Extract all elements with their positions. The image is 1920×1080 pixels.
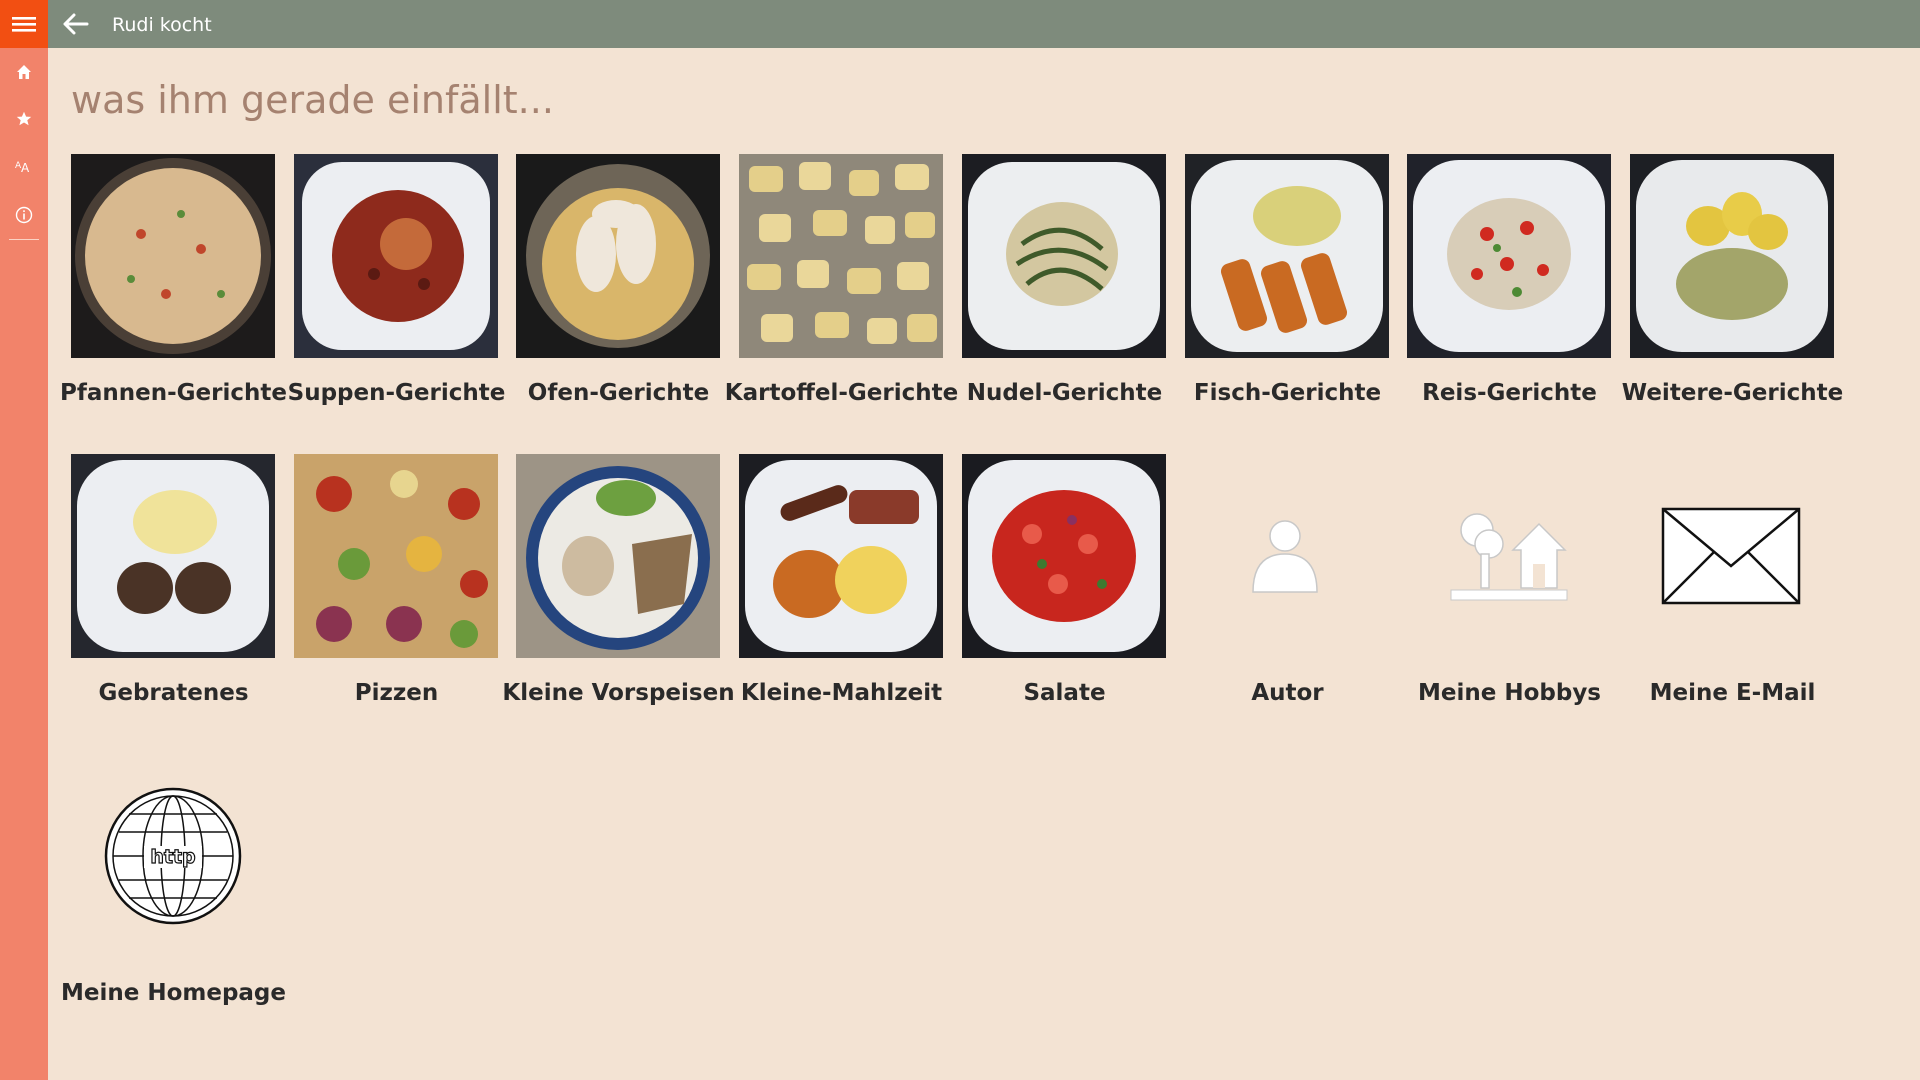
sidebar-divider (9, 239, 39, 240)
tile-kleine-mahlzeit[interactable]: Kleine-Mahlzeit (739, 454, 944, 744)
small-meal-photo (739, 454, 943, 658)
svg-text:http: http (150, 846, 195, 868)
starter-photo (516, 454, 720, 658)
tile-label: Fisch-Gerichte (1193, 380, 1382, 406)
tile-suppen-gerichte[interactable]: Suppen-Gerichte (288, 154, 505, 444)
tile-label: Meine Homepage (60, 980, 286, 1006)
pasta-photo (962, 154, 1166, 358)
tile-kartoffel-gerichte[interactable]: Kartoffel-Gerichte (725, 154, 958, 444)
star-icon (16, 111, 32, 126)
other-dishes-photo (1630, 154, 1834, 358)
oven-dish-photo (516, 154, 720, 358)
tile-label: Salate (1023, 680, 1106, 706)
sidebar-item-font-size[interactable]: A A (0, 142, 48, 190)
tile-ofen-gerichte[interactable]: Ofen-Gerichte (516, 154, 721, 444)
tile-fisch-gerichte[interactable]: Fisch-Gerichte (1185, 154, 1390, 444)
tile-label: Nudel-Gerichte (966, 380, 1163, 406)
tile-label: Gebratenes (98, 680, 249, 706)
tile-salate[interactable]: Salate (962, 454, 1167, 744)
tile-weitere-gerichte[interactable]: Weitere-Gerichte (1622, 154, 1843, 444)
pizza-photo (294, 454, 498, 658)
tile-pizzen[interactable]: Pizzen (294, 454, 499, 744)
tile-label: Pfannen-Gerichte (60, 380, 287, 406)
pan-dish-photo (71, 154, 275, 358)
sidebar-item-info[interactable] (0, 191, 48, 239)
tile-label: Meine E-Mail (1649, 680, 1816, 706)
tile-kleine-vorspeisen[interactable]: Kleine Vorspeisen (502, 454, 735, 744)
menu-button[interactable] (0, 0, 48, 48)
tile-label: Autor (1251, 680, 1324, 706)
tile-meine-e-mail[interactable]: Meine E-Mail (1630, 454, 1835, 744)
tile-label: Kleine-Mahlzeit (740, 680, 943, 706)
hamburger-icon (12, 17, 36, 32)
rice-photo (1407, 154, 1611, 358)
sidebar-item-favorites[interactable] (0, 95, 48, 143)
fish-photo (1185, 154, 1389, 358)
fried-photo (71, 454, 275, 658)
soup-photo (294, 154, 498, 358)
tile-reis-gerichte[interactable]: Reis-Gerichte (1407, 154, 1612, 444)
tile-meine-homepage[interactable]: http Meine Homepage (61, 754, 286, 1044)
back-arrow-icon (63, 13, 89, 35)
tile-gebratenes[interactable]: Gebratenes (71, 454, 276, 744)
font-size-icon: A A (15, 161, 30, 174)
title-bar: Rudi kocht (0, 0, 1920, 48)
svg-text:A: A (21, 161, 30, 174)
salad-photo (962, 454, 1166, 658)
envelope-icon (1630, 454, 1834, 658)
home-icon (17, 65, 31, 79)
info-icon (15, 206, 33, 224)
tile-label: Suppen-Gerichte (287, 380, 506, 406)
tree-house-icon (1407, 454, 1611, 658)
tile-meine-hobbys[interactable]: Meine Hobbys (1407, 454, 1612, 744)
back-button[interactable] (56, 0, 96, 48)
tile-label: Kleine Vorspeisen (502, 680, 735, 706)
tile-autor[interactable]: Autor (1185, 454, 1390, 744)
page-title: was ihm gerade einfällt... (71, 78, 554, 122)
sidebar-item-home[interactable] (0, 48, 48, 96)
tile-label: Weitere-Gerichte (1621, 380, 1844, 406)
app-title: Rudi kocht (112, 14, 212, 36)
potatoes-photo (739, 154, 943, 358)
tile-label: Ofen-Gerichte (527, 380, 710, 406)
tile-label: Kartoffel-Gerichte (724, 380, 959, 406)
tile-nudel-gerichte[interactable]: Nudel-Gerichte (962, 154, 1167, 444)
tile-label: Meine Hobbys (1417, 680, 1601, 706)
person-icon (1185, 454, 1389, 658)
tile-pfannen-gerichte[interactable]: Pfannen-Gerichte (60, 154, 287, 444)
globe-http-icon: http (71, 754, 275, 958)
tile-label: Pizzen (354, 680, 439, 706)
tile-label: Reis-Gerichte (1422, 380, 1597, 406)
sidebar: A A (0, 48, 48, 1080)
